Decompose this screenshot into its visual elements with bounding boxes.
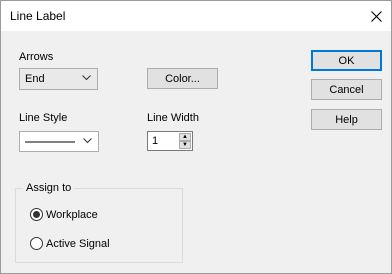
radio-workplace-label: Workplace bbox=[46, 208, 98, 221]
help-button[interactable]: Help bbox=[311, 109, 382, 130]
close-icon bbox=[370, 10, 382, 22]
assign-to-caption: Assign to bbox=[23, 182, 75, 194]
arrows-selected-value: End bbox=[25, 73, 45, 85]
radio-workplace[interactable]: Workplace bbox=[30, 208, 98, 221]
line-style-label: Line Style bbox=[19, 112, 68, 124]
color-button[interactable]: Color... bbox=[147, 68, 218, 89]
ok-button-label: OK bbox=[338, 54, 355, 67]
line-label-dialog: Line Label Arrows End Color... OK Cancel… bbox=[0, 0, 392, 274]
cancel-button[interactable]: Cancel bbox=[311, 79, 382, 100]
radio-active-signal-label: Active Signal bbox=[46, 237, 110, 250]
chevron-down-icon bbox=[83, 138, 92, 144]
radio-unselected-icon bbox=[30, 237, 43, 250]
close-button[interactable] bbox=[361, 1, 391, 31]
arrows-dropdown[interactable]: End bbox=[19, 68, 98, 90]
cancel-button-label: Cancel bbox=[329, 83, 364, 96]
title-bar: Line Label bbox=[1, 1, 391, 31]
radio-selected-icon bbox=[30, 208, 43, 221]
spin-buttons: ▲ ▼ bbox=[179, 133, 191, 149]
line-width-value: 1 bbox=[152, 135, 159, 147]
dialog-title: Line Label bbox=[10, 9, 66, 23]
ok-button[interactable]: OK bbox=[311, 50, 382, 71]
arrows-label: Arrows bbox=[19, 51, 54, 63]
line-width-stepper[interactable]: 1 ▲ ▼ bbox=[147, 131, 193, 151]
line-style-dropdown[interactable] bbox=[19, 131, 99, 152]
spin-down-icon[interactable]: ▼ bbox=[179, 141, 191, 149]
line-width-label: Line Width bbox=[147, 112, 199, 124]
assign-to-group bbox=[15, 188, 183, 263]
help-button-label: Help bbox=[335, 113, 358, 126]
solid-line-sample bbox=[25, 141, 75, 143]
radio-active-signal[interactable]: Active Signal bbox=[30, 237, 110, 250]
chevron-down-icon bbox=[82, 75, 91, 81]
color-button-label: Color... bbox=[165, 72, 200, 85]
spin-up-icon[interactable]: ▲ bbox=[179, 133, 191, 141]
